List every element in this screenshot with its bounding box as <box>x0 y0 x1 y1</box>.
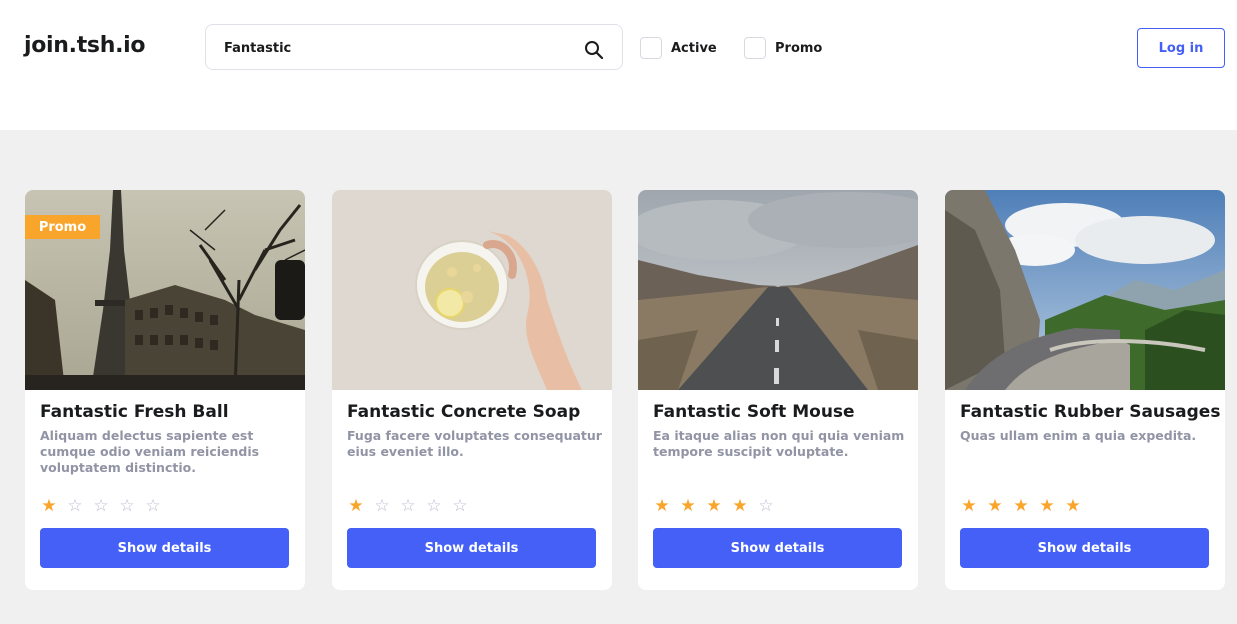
product-card: Promo Fantastic Fresh Ball Aliquam delec… <box>25 190 305 590</box>
active-checkbox-box[interactable] <box>640 37 662 59</box>
star-empty-icon: ☆ <box>93 496 109 516</box>
product-title: Fantastic Fresh Ball <box>40 402 229 422</box>
product-description: Quas ullam enim a quia expedita. <box>960 428 1197 443</box>
star-empty-icon: ☆ <box>426 496 442 516</box>
login-button[interactable]: Log in <box>1137 28 1225 68</box>
star-filled-icon: ★ <box>1013 496 1029 516</box>
show-details-button[interactable]: Show details <box>40 528 289 568</box>
product-image <box>638 190 918 390</box>
show-details-button[interactable]: Show details <box>653 528 902 568</box>
star-filled-icon: ★ <box>987 496 1003 516</box>
show-details-button[interactable]: Show details <box>347 528 596 568</box>
product-image <box>945 190 1225 390</box>
star-empty-icon: ☆ <box>145 496 161 516</box>
active-checkbox[interactable]: Active <box>640 36 717 60</box>
product-image <box>332 190 612 390</box>
active-checkbox-label: Active <box>671 40 717 56</box>
product-title: Fantastic Rubber Sausages <box>960 402 1221 422</box>
star-empty-icon: ☆ <box>452 496 468 516</box>
product-description: Fuga facere voluptates consequatur eius … <box>347 428 602 459</box>
product-description: Aliquam delectus sapiente est cumque odi… <box>40 428 260 475</box>
promo-checkbox-label: Promo <box>775 40 823 56</box>
star-empty-icon: ☆ <box>67 496 83 516</box>
rating-stars: ★ ☆ ☆ ☆ ☆ <box>347 496 477 516</box>
star-filled-icon: ★ <box>1039 496 1055 516</box>
product-title: Fantastic Soft Mouse <box>653 402 855 422</box>
star-empty-icon: ☆ <box>758 496 774 516</box>
star-empty-icon: ☆ <box>400 496 416 516</box>
logo[interactable]: join.tsh.io <box>24 33 146 58</box>
star-filled-icon: ★ <box>654 496 670 516</box>
product-image: Promo <box>25 190 305 390</box>
product-description: Ea itaque alias non qui quia veniam temp… <box>653 428 905 459</box>
promo-checkbox[interactable]: Promo <box>744 36 822 60</box>
product-card: Fantastic Rubber Sausages Quas ullam eni… <box>945 190 1225 590</box>
star-filled-icon: ★ <box>706 496 722 516</box>
star-filled-icon: ★ <box>1065 496 1081 516</box>
star-filled-icon: ★ <box>732 496 748 516</box>
star-filled-icon: ★ <box>680 496 696 516</box>
search-icon[interactable] <box>584 40 604 60</box>
product-title: Fantastic Concrete Soap <box>347 402 581 422</box>
star-filled-icon: ★ <box>41 496 57 516</box>
header: join.tsh.io Active Promo Log in <box>0 0 1237 130</box>
rating-stars: ★ ★ ★ ★ ★ <box>960 496 1090 516</box>
promo-checkbox-box[interactable] <box>744 37 766 59</box>
star-filled-icon: ★ <box>348 496 364 516</box>
rating-stars: ★ ☆ ☆ ☆ ☆ <box>40 496 170 516</box>
star-empty-icon: ☆ <box>119 496 135 516</box>
promo-badge: Promo <box>25 215 100 239</box>
star-empty-icon: ☆ <box>374 496 390 516</box>
search-input[interactable] <box>222 25 576 71</box>
star-filled-icon: ★ <box>961 496 977 516</box>
search-box[interactable] <box>205 24 623 71</box>
product-card: Fantastic Concrete Soap Fuga facere volu… <box>332 190 612 590</box>
rating-stars: ★ ★ ★ ★ ☆ <box>653 496 783 516</box>
product-card: Fantastic Soft Mouse Ea itaque alias non… <box>638 190 918 590</box>
show-details-button[interactable]: Show details <box>960 528 1209 568</box>
